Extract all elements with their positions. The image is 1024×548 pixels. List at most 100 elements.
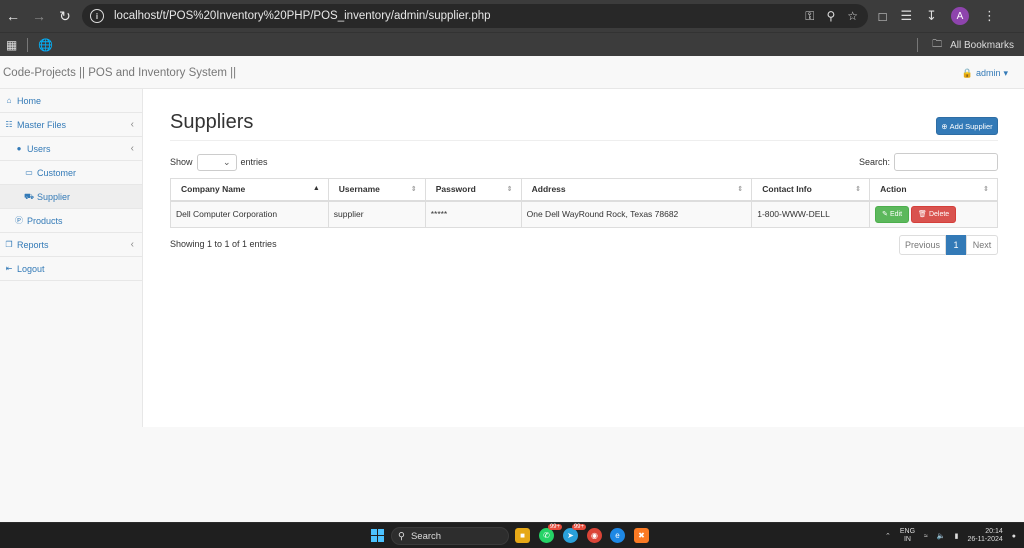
cell-password: *****	[424, 200, 522, 228]
sidebar-item-home[interactable]: ⌂ Home	[0, 89, 142, 113]
sidebar-item-users[interactable]: ● Users ‹	[0, 137, 142, 161]
page-title: Suppliers	[170, 111, 254, 133]
clock[interactable]: 20:14 26-11-2024	[967, 528, 1002, 544]
lock-icon: 🔒	[961, 67, 973, 78]
download-icon[interactable]: ↧	[926, 8, 937, 24]
column-header-action[interactable]: Action ⇕	[869, 178, 998, 202]
cell-address: One Dell WayRound Rock, Texas 78682	[520, 200, 753, 228]
system-tray: ⌃ ENG IN ≈ 🔈 ▮ 20:14 26-11-2024 ●	[885, 523, 1016, 548]
forward-arrow-icon[interactable]: →	[26, 3, 52, 29]
telegram-icon[interactable]: ➤ 99+	[563, 524, 586, 543]
edit-button[interactable]: ✎ Edit	[875, 205, 910, 223]
sidebar-item-products[interactable]: Ⓟ Products	[0, 209, 142, 233]
back-arrow-icon[interactable]: ←	[0, 3, 26, 29]
entries-label: entries	[240, 157, 268, 167]
reload-icon[interactable]: ↻	[52, 3, 78, 29]
media-controls-icon[interactable]: ☰	[900, 8, 912, 24]
site-info-icon[interactable]: i	[90, 9, 104, 23]
search-input[interactable]	[894, 153, 998, 171]
search-icon: ⚲	[398, 530, 405, 542]
url-text[interactable]: localhost/t/POS%20Inventory%20PHP/POS_in…	[114, 10, 491, 22]
xampp-icon[interactable]: ✖	[634, 528, 649, 543]
add-supplier-button[interactable]: ⊕ Add Supplier	[936, 117, 998, 135]
sidebar-item-customer[interactable]: ▭ Customer	[0, 161, 142, 185]
whatsapp-icon[interactable]: ✆ 99+	[539, 524, 562, 543]
key-icon[interactable]: ⚿	[805, 9, 814, 24]
sort-icon: ⇕	[410, 186, 417, 193]
taskbar-search[interactable]: ⚲ Search	[391, 527, 509, 545]
brand-title[interactable]: Code-Projects || POS and Inventory Syste…	[0, 67, 236, 79]
column-header-password[interactable]: Password ⇕	[424, 178, 522, 202]
sidebar-item-label: Logout	[17, 263, 45, 274]
copy-icon: ❐	[5, 240, 13, 249]
wifi-icon[interactable]: ≈	[924, 533, 928, 540]
extensions-icon[interactable]: □	[879, 9, 887, 24]
profile-avatar[interactable]: A	[951, 7, 969, 25]
table-info: Showing 1 to 1 of 1 entries	[170, 239, 277, 249]
address-bar[interactable]: i localhost/t/POS%20Inventory%20PHP/POS_…	[82, 4, 868, 28]
home-icon: ⌂	[6, 96, 12, 105]
chrome-icon[interactable]: ◉	[587, 528, 602, 543]
sidebar-item-label: Customer	[37, 167, 77, 178]
apps-grid-icon[interactable]: ▦	[6, 38, 17, 52]
user-icon: ●	[16, 144, 22, 153]
edit-label: Edit	[889, 210, 903, 218]
windows-start-icon[interactable]	[371, 529, 384, 542]
delete-button[interactable]: 🗑 Delete	[911, 205, 957, 223]
pagination-previous[interactable]: Previous	[899, 235, 946, 255]
taskbar-search-label: Search	[410, 530, 442, 542]
sidebar-item-master-files[interactable]: ☷ Master Files ‹	[0, 113, 142, 137]
chevron-up-icon[interactable]: ⌃	[885, 532, 891, 540]
battery-icon[interactable]: ▮	[955, 532, 959, 540]
globe-icon[interactable]: 🌐	[38, 38, 53, 52]
delete-label: Delete	[928, 210, 950, 218]
sort-icon: ⇕	[855, 186, 862, 193]
entries-select[interactable]: ⌄	[196, 153, 237, 171]
search-label: Search:	[858, 157, 890, 167]
notification-bell-icon[interactable]: ●	[1012, 533, 1016, 540]
notification-badge: 99+	[571, 524, 586, 530]
zoom-icon[interactable]: ⚲	[826, 9, 835, 23]
edit-icon: ✎	[882, 211, 888, 219]
suppliers-table: Company Name ▲ Username ⇕ Password ⇕ Addres…	[170, 178, 998, 228]
sidebar-item-logout[interactable]: ⇤ Logout	[0, 257, 142, 281]
sidebar-item-label: Supplier	[37, 191, 71, 202]
bookmarks-bar: ▦ 🌐 🗀 All Bookmarks	[0, 32, 1024, 56]
column-header-contact[interactable]: Contact Info ⇕	[751, 178, 871, 202]
table-row: Dell Computer Corporation supplier *****…	[170, 200, 998, 228]
bookmarks-divider	[27, 37, 29, 52]
folder-icon[interactable]: 🗀	[932, 37, 942, 54]
user-dropdown[interactable]: 🔒 admin ▾	[962, 57, 1008, 89]
cell-company: Dell Computer Corporation	[170, 200, 329, 228]
column-header-username[interactable]: Username ⇕	[327, 178, 426, 202]
pagination-next[interactable]: Next	[966, 235, 998, 255]
user-name: admin	[975, 68, 1001, 78]
file-explorer-icon[interactable]: ■	[515, 528, 530, 543]
sitemap-icon: ☷	[5, 120, 13, 129]
trash-icon: 🗑	[918, 211, 927, 219]
cell-action: ✎ Edit 🗑 Delete	[869, 200, 998, 228]
sidebar: ⌂ Home ☷ Master Files ‹ ● Users ‹ ▭ Cust…	[0, 89, 143, 427]
chevron-down-icon: ⌄	[222, 156, 231, 167]
volume-icon[interactable]: 🔈	[937, 532, 946, 540]
browser-toolbar: ← → ↻ i localhost/t/POS%20Inventory%20PH…	[0, 0, 1024, 32]
sort-asc-icon: ▲	[312, 185, 320, 192]
star-icon[interactable]: ☆	[847, 9, 858, 23]
sidebar-item-reports[interactable]: ❐ Reports ‹	[0, 233, 142, 257]
add-supplier-label: Add Supplier	[949, 121, 993, 131]
table-search: Search:	[859, 153, 998, 171]
sort-icon: ⇕	[983, 186, 989, 193]
truck-icon: ⛟	[24, 191, 35, 201]
product-hunt-icon: Ⓟ	[15, 216, 23, 225]
sidebar-item-label: Master Files	[17, 119, 67, 130]
column-header-company[interactable]: Company Name ▲	[170, 178, 329, 202]
sidebar-item-supplier[interactable]: ⛟ Supplier	[0, 185, 142, 209]
pagination-page-1[interactable]: 1	[946, 235, 966, 255]
edge-icon[interactable]: e	[610, 528, 625, 543]
menu-kebab-icon[interactable]: ⋮	[983, 8, 996, 24]
all-bookmarks-link[interactable]: All Bookmarks	[950, 40, 1014, 51]
language-indicator[interactable]: ENG IN	[900, 528, 915, 544]
credit-card-icon: ▭	[25, 168, 33, 177]
column-header-address[interactable]: Address ⇕	[520, 178, 753, 202]
bookmarks-divider	[917, 38, 919, 52]
